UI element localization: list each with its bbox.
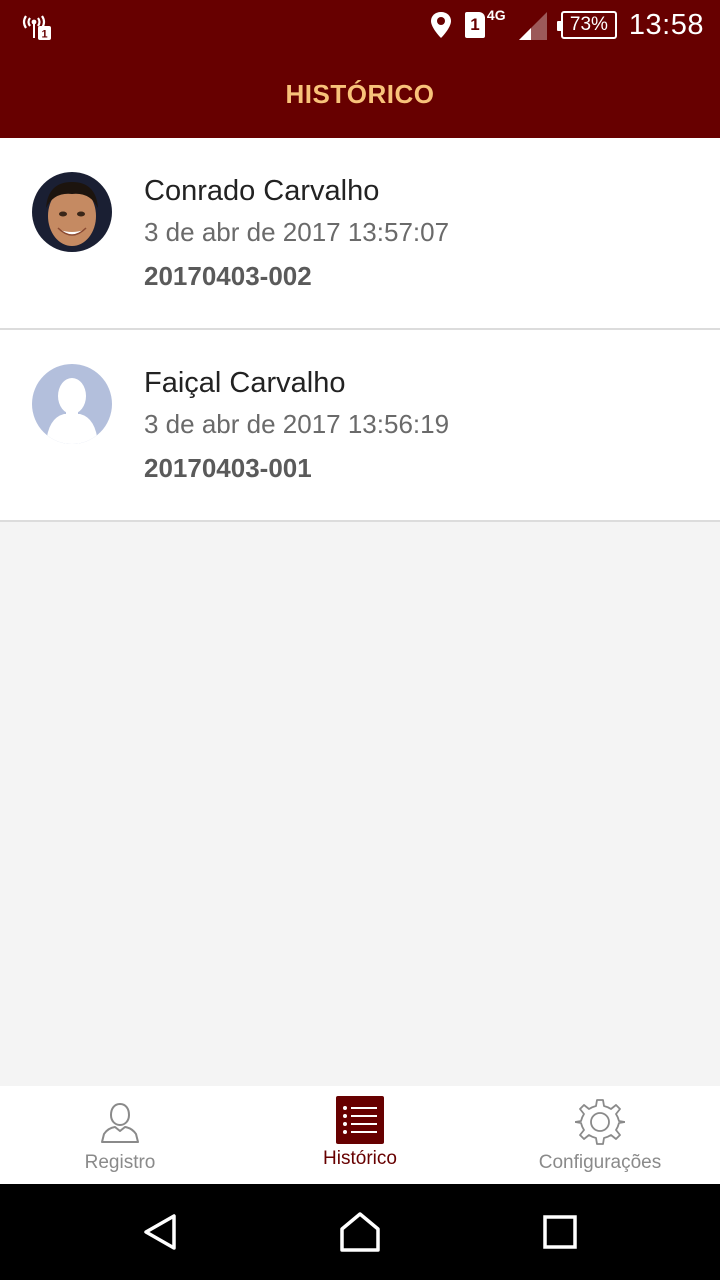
app-bar: HISTÓRICO <box>0 50 720 138</box>
network-type: 4G <box>486 7 506 23</box>
recents-icon <box>543 1215 577 1249</box>
list-icon <box>343 1106 377 1134</box>
avatar <box>32 172 112 252</box>
battery-icon: 73% <box>556 11 617 39</box>
record-date: 3 de abr de 2017 13:56:19 <box>144 409 450 439</box>
back-button[interactable] <box>136 1208 184 1256</box>
record-code: 20170403-002 <box>144 261 312 291</box>
nav-label: Histórico <box>323 1148 397 1169</box>
avatar <box>32 364 112 444</box>
nav-label: Configurações <box>538 1152 662 1173</box>
wifi-hotspot-icon: 1 <box>22 15 51 41</box>
back-icon <box>144 1214 176 1250</box>
nav-label: Registro <box>84 1152 156 1173</box>
cell-signal-icon <box>518 12 547 40</box>
status-bar: 1 1 4G 73% 13:58 <box>0 0 720 50</box>
sim-card-icon: 1 4G <box>464 7 506 40</box>
history-item-conrado[interactable]: Conrado Carvalho 3 de abr de 2017 13:57:… <box>0 138 720 330</box>
history-item-faical[interactable]: Faiçal Carvalho 3 de abr de 2017 13:56:1… <box>0 330 720 522</box>
location-icon <box>430 12 451 38</box>
person-icon <box>101 1102 139 1143</box>
contact-name: Faiçal Carvalho <box>144 367 346 399</box>
record-date: 3 de abr de 2017 13:57:07 <box>144 217 450 247</box>
system-navigation-bar <box>0 1184 720 1280</box>
nav-item-configuracoes[interactable]: Configurações <box>480 1086 720 1184</box>
nav-item-historico[interactable]: Histórico <box>240 1086 480 1184</box>
home-icon <box>340 1212 380 1252</box>
home-button[interactable] <box>336 1208 384 1256</box>
page-title: HISTÓRICO <box>285 78 435 109</box>
recents-button[interactable] <box>536 1208 584 1256</box>
contact-name: Conrado Carvalho <box>144 175 380 207</box>
bottom-nav: Registro Histórico Configurações <box>0 1086 720 1184</box>
svg-text:1: 1 <box>41 29 47 41</box>
record-code: 20170403-001 <box>144 453 312 483</box>
clock: 13:58 <box>628 8 704 41</box>
history-list: Conrado Carvalho 3 de abr de 2017 13:57:… <box>0 138 720 522</box>
nav-item-registro[interactable]: Registro <box>0 1086 240 1184</box>
default-avatar-icon <box>32 364 112 444</box>
gear-icon <box>575 1099 625 1145</box>
sim-slot-number: 1 <box>464 12 485 38</box>
user-photo-icon <box>32 172 112 252</box>
battery-level: 73% <box>569 14 608 35</box>
